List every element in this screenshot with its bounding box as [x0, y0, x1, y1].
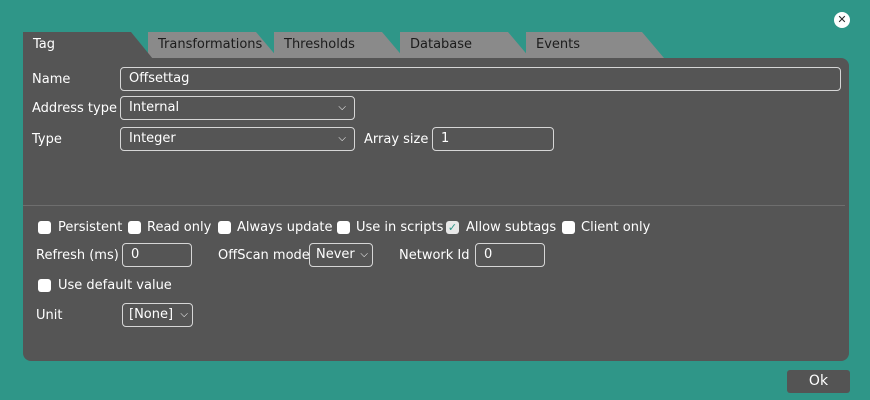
allow-subtags-label: Allow subtags — [466, 220, 557, 235]
chevron-down-icon: ⌵ — [338, 133, 346, 144]
use-in-scripts-label: Use in scripts — [356, 220, 444, 235]
persistent-label: Persistent — [58, 220, 123, 235]
network-id-input[interactable]: 0 — [475, 243, 545, 267]
check-icon: ✓ — [447, 221, 458, 234]
offscan-mode-select[interactable]: Never ⌵ — [309, 243, 373, 267]
ok-button[interactable]: Ok — [787, 370, 850, 393]
address-type-label: Address type — [32, 101, 117, 116]
tab-events[interactable]: Events — [526, 32, 664, 58]
refresh-input[interactable]: 0 — [122, 243, 192, 267]
type-select[interactable]: Integer ⌵ — [120, 127, 355, 151]
read-only-label: Read only — [147, 220, 212, 235]
read-only-checkbox[interactable] — [128, 221, 141, 234]
tab-database[interactable]: Database — [400, 32, 530, 58]
always-update-checkbox[interactable] — [218, 221, 231, 234]
client-only-checkbox[interactable] — [562, 221, 575, 234]
tab-transformations[interactable]: Transformations — [148, 32, 278, 58]
unit-select[interactable]: [None] ⌵ — [122, 303, 193, 327]
use-in-scripts-checkbox[interactable] — [337, 221, 350, 234]
use-default-value-checkbox[interactable] — [38, 279, 51, 292]
type-label: Type — [32, 132, 62, 147]
chevron-down-icon: ⌵ — [180, 309, 188, 320]
address-type-value: Internal — [129, 100, 180, 115]
name-label: Name — [32, 72, 71, 87]
allow-subtags-checkbox[interactable]: ✓ — [446, 221, 459, 234]
close-icon[interactable]: ✕ — [834, 12, 850, 28]
name-input[interactable]: Offsettag — [120, 67, 841, 91]
offscan-mode-label: OffScan mode — [218, 248, 310, 263]
tab-thresholds[interactable]: Thresholds — [274, 32, 404, 58]
divider — [23, 205, 845, 206]
refresh-label: Refresh (ms) — [36, 248, 119, 263]
address-type-select[interactable]: Internal ⌵ — [120, 96, 355, 120]
tab-tag[interactable]: Tag — [23, 32, 153, 59]
unit-label: Unit — [36, 308, 63, 323]
chevron-down-icon: ⌵ — [360, 249, 368, 260]
use-default-value-label: Use default value — [58, 278, 172, 293]
unit-value: [None] — [129, 307, 174, 322]
client-only-label: Client only — [581, 220, 651, 235]
array-size-input[interactable]: 1 — [432, 127, 554, 151]
type-value: Integer — [129, 131, 176, 146]
network-id-label: Network Id — [399, 248, 470, 263]
array-size-label: Array size — [364, 132, 429, 147]
always-update-label: Always update — [237, 220, 333, 235]
offscan-mode-value: Never — [316, 247, 355, 262]
chevron-down-icon: ⌵ — [338, 102, 346, 113]
persistent-checkbox[interactable] — [38, 221, 51, 234]
